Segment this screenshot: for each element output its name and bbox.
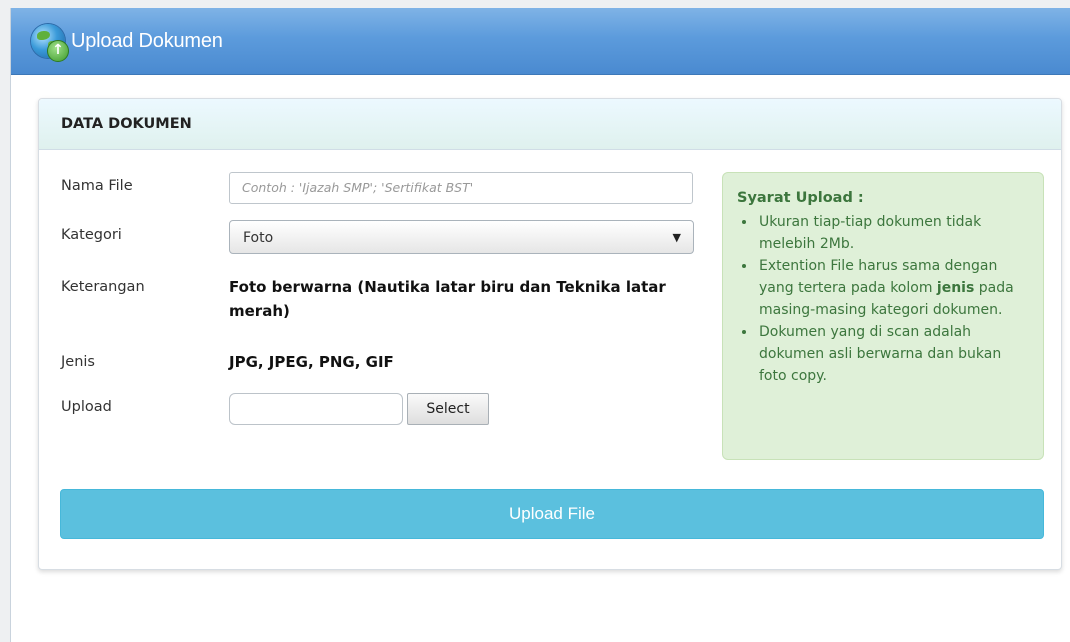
dropdown-arrow-icon: ▼ <box>672 231 681 244</box>
app-window: ↑ Upload Dokumen DATA DOKUMEN Nama File … <box>10 8 1070 642</box>
requirement-item: Dokumen yang di scan adalah dokumen asli… <box>757 321 1031 387</box>
data-dokumen-panel: DATA DOKUMEN Nama File Contoh : 'Ijazah … <box>38 98 1062 570</box>
requirements-list: Ukuran tiap-tiap dokumen tidak melebih 2… <box>737 211 1031 387</box>
keterangan-label: Keterangan <box>61 279 145 295</box>
jenis-value: JPG, JPEG, PNG, GIF <box>229 353 394 371</box>
panel-heading: DATA DOKUMEN <box>39 99 1061 150</box>
jenis-label: Jenis <box>61 354 95 370</box>
nama-file-label: Nama File <box>61 178 133 194</box>
file-path-input[interactable] <box>229 393 403 425</box>
requirement-item: Ukuran tiap-tiap dokumen tidak melebih 2… <box>757 211 1031 255</box>
title-bar: ↑ Upload Dokumen <box>11 8 1070 75</box>
requirement-item: Extention File harus sama dengan yang te… <box>757 255 1031 321</box>
kategori-label: Kategori <box>61 227 122 243</box>
page-title: Upload Dokumen <box>71 29 223 52</box>
syarat-upload-box: Syarat Upload : Ukuran tiap-tiap dokumen… <box>722 172 1044 460</box>
kategori-selected-value: Foto <box>243 230 274 246</box>
select-file-button[interactable]: Select <box>407 393 489 425</box>
upload-label: Upload <box>61 399 112 415</box>
upload-globe-icon: ↑ <box>31 24 69 62</box>
upload-file-button[interactable]: Upload File <box>60 489 1044 539</box>
nama-file-input[interactable]: Contoh : 'Ijazah SMP'; 'Sertifikat BST' <box>229 172 693 204</box>
syarat-upload-title: Syarat Upload : <box>737 190 864 206</box>
kategori-select[interactable]: Foto ▼ <box>229 220 694 254</box>
keterangan-value: Foto berwarna (Nautika latar biru dan Te… <box>229 278 666 320</box>
